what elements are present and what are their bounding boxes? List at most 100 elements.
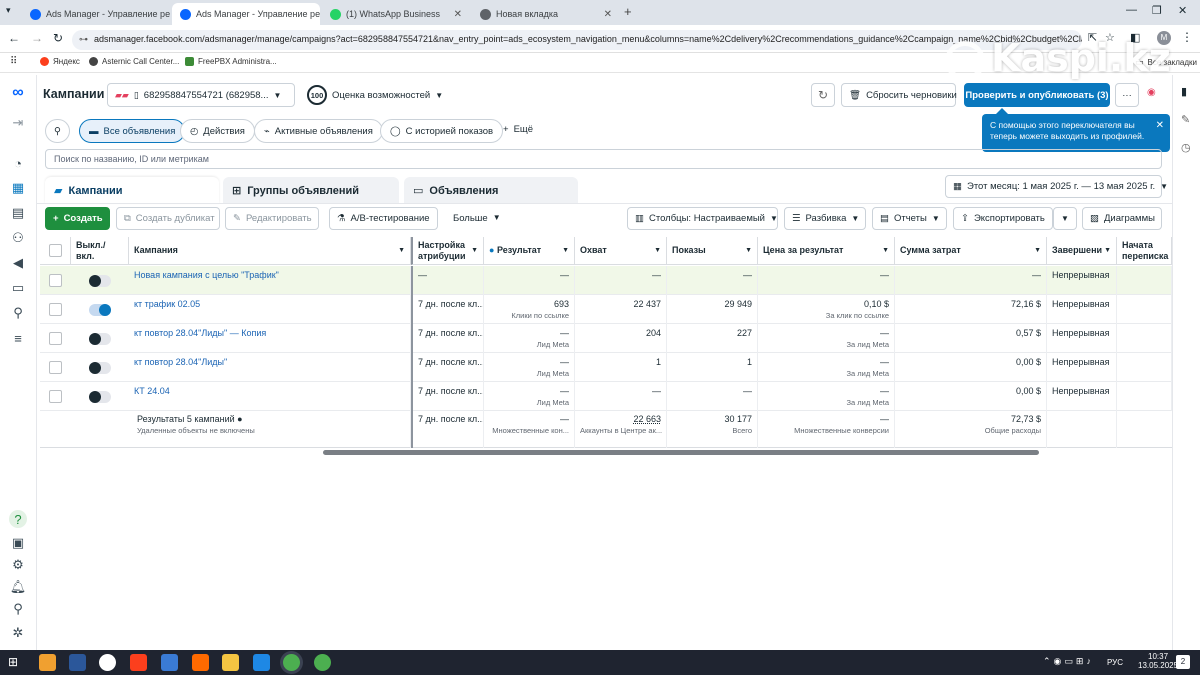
- header-select-all[interactable]: [40, 237, 71, 265]
- value[interactable]: 22 663: [633, 414, 661, 424]
- delivery-toggle[interactable]: [89, 362, 111, 374]
- header-attribution[interactable]: Настройка атрибуции ▼: [411, 237, 484, 265]
- windows-start-icon[interactable]: ⊞: [8, 655, 18, 669]
- campaign-row[interactable]: кт повтор 28.04"Лиды" — Копия 7 дн. после…: [40, 324, 1172, 353]
- search-input[interactable]: Поиск по названию, ID или метрикам: [45, 149, 1162, 169]
- notifications-list-icon[interactable]: ▣: [10, 535, 26, 551]
- ab-test-button[interactable]: ⚗ A/B-тестирование: [329, 207, 438, 230]
- header-cost-per-result[interactable]: Цена за результат ▼: [758, 237, 895, 265]
- create-button[interactable]: + Создать: [45, 207, 110, 230]
- filter-more[interactable]: + Ещё: [503, 124, 533, 135]
- close-tab-icon[interactable]: ✕: [604, 9, 612, 20]
- yandex-browser-icon[interactable]: [99, 654, 116, 671]
- edit-button[interactable]: ✎ Редактировать: [225, 207, 319, 230]
- help-icon[interactable]: ?: [9, 510, 27, 528]
- browser-tab-1[interactable]: Ads Manager - Управление ре ✕: [22, 3, 170, 25]
- discard-drafts-button[interactable]: 🗑︎ Сбросить черновики: [841, 83, 957, 107]
- header-toggle[interactable]: Выкл./ вкл.: [71, 237, 129, 265]
- columns-dropdown[interactable]: ▥ Столбцы: Настраиваемый ▼: [627, 207, 778, 230]
- billing-icon[interactable]: ▭: [10, 280, 26, 296]
- campaign-name-cell[interactable]: КТ 24.04: [129, 382, 411, 411]
- filter-with-impressions[interactable]: ◯ С историей показов: [380, 119, 504, 143]
- maximize-icon[interactable]: ❐: [1152, 4, 1162, 17]
- events-icon[interactable]: ⚲: [10, 305, 26, 321]
- header-messaging-started[interactable]: Начата переписка: [1117, 237, 1172, 265]
- tab-ad-sets[interactable]: ⊞ Группы объявлений: [223, 177, 399, 204]
- header-ends[interactable]: Завершени ▼: [1047, 237, 1117, 265]
- campaign-name-link[interactable]: кт повтор 28.04"Лиды": [134, 357, 227, 367]
- notification-badge[interactable]: 2: [1176, 655, 1190, 669]
- all-tools-icon[interactable]: ≡: [10, 330, 26, 346]
- minimize-icon[interactable]: —: [1126, 4, 1137, 16]
- horizontal-scrollbar[interactable]: [323, 450, 1039, 455]
- checkbox[interactable]: [49, 244, 62, 257]
- campaign-row[interactable]: Новая кампания с целью "Трафик" — — — — — — Неп…: [40, 266, 1172, 295]
- language-indicator[interactable]: РУС: [1107, 658, 1123, 667]
- campaign-name-cell[interactable]: кт трафик 02.05: [129, 295, 411, 324]
- row-checkbox[interactable]: [49, 303, 62, 316]
- duplicate-button[interactable]: ⧉ Создать дубликат: [116, 207, 220, 230]
- date-range-picker[interactable]: ▦ Этот месяц: 1 мая 2025 г. — 13 мая 202…: [945, 175, 1168, 198]
- clock[interactable]: 10:37 13.05.2025: [1138, 652, 1178, 670]
- new-tab-icon[interactable]: +: [624, 4, 632, 19]
- tab-list-icon[interactable]: ▾: [6, 5, 11, 16]
- export-options-button[interactable]: ▼: [1053, 207, 1077, 230]
- filter-all-ads[interactable]: ▬ Все объявления: [79, 119, 186, 143]
- close-tab-icon[interactable]: ✕: [454, 9, 462, 20]
- bookmark-freepbx[interactable]: FreePBX Administra...: [185, 57, 277, 66]
- campaign-row[interactable]: кт повтор 28.04"Лиды" 7 дн. после кл... — Л…: [40, 353, 1172, 382]
- campaign-name-cell[interactable]: кт повтор 28.04"Лиды" — Копия: [129, 324, 411, 353]
- chrome-icon[interactable]: [283, 654, 300, 671]
- meta-logo-icon[interactable]: ∞: [10, 84, 26, 101]
- campaign-row[interactable]: КТ 24.04 7 дн. после кл... — Лид Meta — — — За …: [40, 382, 1172, 411]
- bookmark-yandex[interactable]: Яндекс: [40, 57, 80, 66]
- app-icon[interactable]: [39, 654, 56, 671]
- back-icon[interactable]: ←: [8, 31, 20, 45]
- header-impressions[interactable]: Показы ▼: [667, 237, 758, 265]
- collapse-icon[interactable]: ⇥: [10, 115, 26, 131]
- campaign-name-link[interactable]: Новая кампания с целью "Трафик": [134, 270, 279, 280]
- tab-campaigns[interactable]: ▰ Кампании: [45, 177, 219, 204]
- opportunity-score[interactable]: 100 Оценка возможностей ▼: [307, 85, 443, 105]
- row-checkbox[interactable]: [49, 274, 62, 287]
- tray-icons[interactable]: ⌃◉▭⊞♪: [1043, 656, 1094, 667]
- tab-ads[interactable]: ▭ Объявления: [404, 177, 578, 204]
- header-reach[interactable]: Охват ▼: [575, 237, 667, 265]
- bookmark-asternic[interactable]: Asternic Call Center...: [89, 57, 179, 66]
- refresh-button[interactable]: ↻: [811, 83, 835, 107]
- breakdown-dropdown[interactable]: ☰ Разбивка ▼: [784, 207, 866, 230]
- more-dropdown[interactable]: Больше ▼: [453, 213, 501, 224]
- header-result[interactable]: ● Результат ▼: [484, 237, 575, 265]
- account-selector[interactable]: ▰▰ ▯ 682958847554721 (682958... ▼: [107, 83, 295, 107]
- brave-icon[interactable]: [192, 654, 209, 671]
- dashboard-icon[interactable]: ◔: [10, 155, 26, 171]
- campaign-row[interactable]: кт трафик 02.05 7 дн. после кл... 693 Клики…: [40, 295, 1172, 324]
- apps-grid-icon[interactable]: ⠿: [10, 56, 17, 67]
- chrome-profile-icon[interactable]: [314, 654, 331, 671]
- header-amount-spent[interactable]: Сумма затрат ▼: [895, 237, 1047, 265]
- site-info-icon[interactable]: ⊶: [79, 34, 88, 45]
- url-field[interactable]: ⊶ adsmanager.facebook.com/adsmanager/man…: [72, 30, 1082, 50]
- menu-kebab-icon[interactable]: ⋮: [1181, 30, 1193, 44]
- campaigns-table-icon[interactable]: ▦: [10, 180, 26, 196]
- header-campaign[interactable]: Кампания ▼: [129, 237, 411, 265]
- campaign-name-cell[interactable]: кт повтор 28.04"Лиды": [129, 353, 411, 382]
- folder-icon[interactable]: [222, 654, 239, 671]
- word-icon[interactable]: [69, 654, 86, 671]
- reload-icon[interactable]: ↻: [53, 31, 63, 45]
- filter-active-ads[interactable]: ⌁ Активные объявления: [254, 119, 383, 143]
- pages-icon[interactable]: ▤: [10, 205, 26, 221]
- charts-button[interactable]: ▨ Диаграммы: [1082, 207, 1162, 230]
- export-button[interactable]: ⇪ Экспортировать: [953, 207, 1053, 230]
- browser-tab-2[interactable]: Ads Manager - Управление ре ✕: [172, 3, 320, 25]
- edit-pencil-icon[interactable]: ✎: [1181, 113, 1190, 126]
- browser-tab-4[interactable]: Новая вкладка ✕: [472, 3, 620, 25]
- delivery-toggle[interactable]: [89, 333, 111, 345]
- delivery-toggle[interactable]: [89, 304, 111, 316]
- forward-icon[interactable]: →: [31, 31, 43, 45]
- close-window-icon[interactable]: ✕: [1178, 4, 1187, 17]
- bell-icon[interactable]: 🔔︎: [10, 579, 27, 595]
- yandex-icon[interactable]: [130, 654, 147, 671]
- browser-tab-3[interactable]: (1) WhatsApp Business ✕: [322, 3, 470, 25]
- row-checkbox[interactable]: [49, 361, 62, 374]
